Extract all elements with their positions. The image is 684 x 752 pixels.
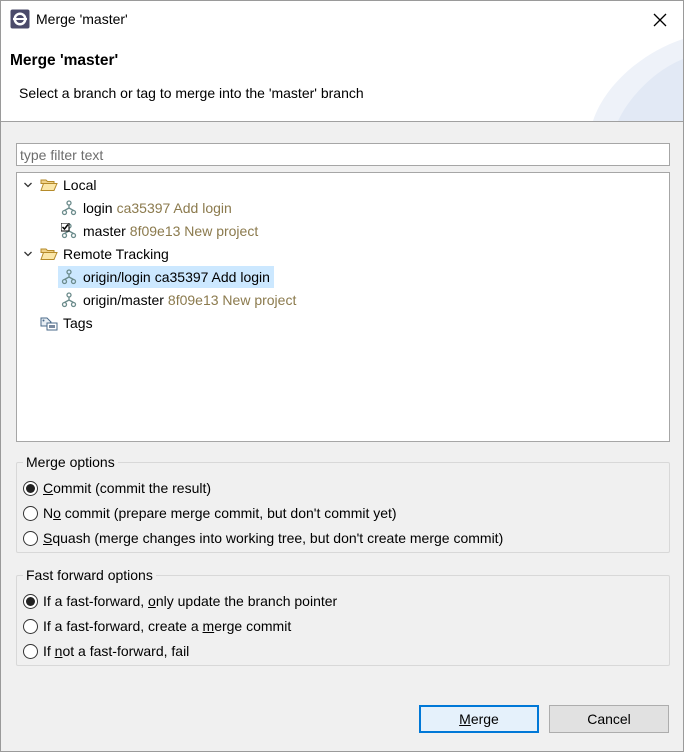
remote-branch-icon xyxy=(60,291,78,309)
branch-commit: 8f09e13 New project xyxy=(129,223,259,239)
open-folder-icon xyxy=(40,176,58,194)
tree-item-branch-master[interactable]: master 8f09e13 New project xyxy=(60,220,258,242)
tags-icon xyxy=(40,314,58,332)
banner-title: Merge 'master' xyxy=(10,52,119,69)
remote-branch-icon xyxy=(60,268,78,286)
tree-node-remote-tracking[interactable]: Remote Tracking xyxy=(20,243,169,265)
radio-indicator[interactable] xyxy=(23,643,38,659)
branch-commit: 8f09e13 New project xyxy=(167,292,297,308)
radio-indicator[interactable] xyxy=(23,505,38,521)
tree-node-local[interactable]: Local xyxy=(20,174,96,196)
merge-options-group: Merge options Commit (commit the result)… xyxy=(16,454,670,553)
branch-commit: ca35397 Add login xyxy=(154,269,270,285)
banner-message: Select a branch or tag to merge into the… xyxy=(19,85,364,101)
filter-input[interactable] xyxy=(16,143,670,166)
merge-button[interactable]: Merge xyxy=(419,705,539,733)
merge-dialog: Merge 'master' Merge 'master' Select a b… xyxy=(0,0,684,752)
radio-ff-create-merge[interactable]: If a fast-forward, create a merge commit xyxy=(23,615,291,637)
dialog-banner: Merge 'master' Select a branch or tag to… xyxy=(1,39,683,122)
branch-name: origin/login xyxy=(83,269,151,285)
checked-out-branch-icon xyxy=(60,222,78,240)
title-bar: Merge 'master' xyxy=(1,1,683,39)
radio-commit[interactable]: Commit (commit the result) xyxy=(23,477,211,499)
banner-decoration xyxy=(593,39,683,121)
branch-name: origin/master xyxy=(83,292,164,308)
eclipse-app-icon xyxy=(10,9,30,29)
radio-indicator[interactable] xyxy=(23,618,38,634)
close-button[interactable] xyxy=(637,1,683,39)
close-icon xyxy=(653,13,667,27)
radio-indicator[interactable] xyxy=(23,530,38,546)
tree-item-branch-origin-login[interactable]: origin/login ca35397 Add login xyxy=(58,266,274,288)
window-title: Merge 'master' xyxy=(36,11,128,27)
open-folder-icon xyxy=(40,245,58,263)
radio-indicator[interactable] xyxy=(23,593,38,609)
tree-node-tags[interactable]: Tags xyxy=(40,312,93,334)
tree-node-label: Local xyxy=(63,177,97,193)
branch-commit: ca35397 Add login xyxy=(116,200,232,216)
ref-tree[interactable]: Local login ca35397 Add login master 8f0… xyxy=(16,172,670,442)
radio-squash[interactable]: Squash (merge changes into working tree,… xyxy=(23,527,503,549)
radio-indicator[interactable] xyxy=(23,480,38,496)
fast-forward-options-group: Fast forward options If a fast-forward, … xyxy=(16,567,670,666)
tree-node-label: Remote Tracking xyxy=(63,246,169,262)
branch-name: master xyxy=(83,223,126,239)
radio-ff-fail[interactable]: If not a fast-forward, fail xyxy=(23,640,189,662)
tree-item-branch-login[interactable]: login ca35397 Add login xyxy=(60,197,232,219)
radio-ff-only-update[interactable]: If a fast-forward, only update the branc… xyxy=(23,590,337,612)
radio-no-commit[interactable]: No commit (prepare merge commit, but don… xyxy=(23,502,397,524)
tree-item-branch-origin-master[interactable]: origin/master 8f09e13 New project xyxy=(60,289,296,311)
merge-options-legend: Merge options xyxy=(23,454,118,470)
branch-name: login xyxy=(83,200,113,216)
chevron-down-icon[interactable] xyxy=(20,243,36,265)
tree-node-label: Tags xyxy=(63,315,93,331)
fast-forward-options-legend: Fast forward options xyxy=(23,567,156,583)
cancel-button[interactable]: Cancel xyxy=(549,705,669,733)
chevron-down-icon[interactable] xyxy=(20,174,36,196)
branch-icon xyxy=(60,199,78,217)
